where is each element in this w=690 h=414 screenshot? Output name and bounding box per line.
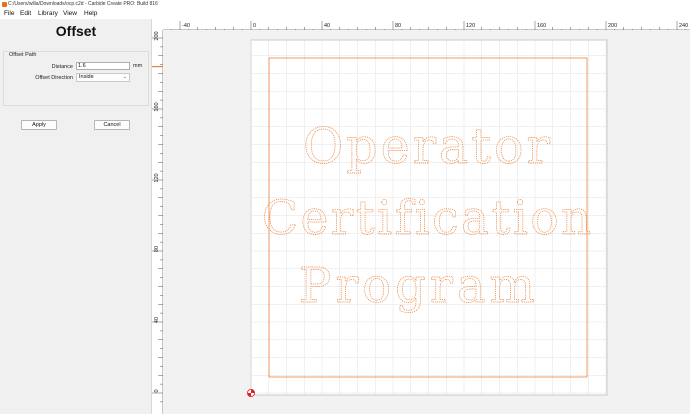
distance-label: Distance xyxy=(51,64,73,70)
menu-edit[interactable]: Edit xyxy=(20,9,31,19)
canvas-svg[interactable]: Operator Certification Program xyxy=(163,30,690,414)
ruler-label: 120 xyxy=(466,23,475,29)
ruler-label: 200 xyxy=(608,23,617,29)
ruler-label: 0 xyxy=(253,23,256,29)
chevron-down-icon: ⌄ xyxy=(122,74,127,80)
ruler-label: -40 xyxy=(182,23,190,29)
distance-unit: mm xyxy=(133,63,143,69)
ruler-corner xyxy=(152,19,163,30)
panel-title: Offset xyxy=(55,23,97,39)
design-canvas[interactable]: Operator Certification Program xyxy=(163,30,690,414)
direction-value: Inside xyxy=(79,74,94,80)
menu-view[interactable]: View xyxy=(63,9,77,19)
origin-marker xyxy=(247,388,256,397)
direction-label: Offset Direction xyxy=(35,75,73,81)
offset-panel: Offset Offset Path Distance 1.6 mm Offse… xyxy=(0,19,152,414)
text-line-certification[interactable]: Certification xyxy=(262,191,594,247)
horizontal-ruler: -40 0 40 80 120 160 200 240 xyxy=(152,19,690,32)
ruler-label: 0 xyxy=(154,389,160,392)
menu-library[interactable]: Library xyxy=(38,9,58,19)
vertical-ruler-svg: 200 160 120 80 40 0 xyxy=(152,31,163,403)
ruler-label: 200 xyxy=(154,31,160,40)
ruler-label: 120 xyxy=(154,173,160,182)
cancel-button[interactable]: Cancel xyxy=(94,120,130,130)
text-line-program[interactable]: Program xyxy=(299,258,539,315)
ruler-label: 40 xyxy=(154,317,160,323)
app-icon xyxy=(2,2,7,7)
ruler-label: 80 xyxy=(395,23,401,29)
ruler-label: 40 xyxy=(324,23,330,29)
ruler-cursor-marker xyxy=(152,66,163,68)
group-title: Offset Path xyxy=(9,52,37,58)
apply-button[interactable]: Apply xyxy=(21,120,57,130)
ruler-label: 160 xyxy=(154,102,160,111)
offset-direction-select[interactable]: Inside ⌄ xyxy=(76,73,130,82)
title-bar: C:/Users/willa/Downloads/ocp.c2d - Carbi… xyxy=(0,0,690,9)
distance-input[interactable]: 1.6 xyxy=(76,62,130,70)
menu-bar: File Edit Library View Help xyxy=(0,9,690,19)
menu-help[interactable]: Help xyxy=(84,9,97,19)
app-window: C:/Users/willa/Downloads/ocp.c2d - Carbi… xyxy=(0,0,690,414)
vertical-ruler: 200 160 120 80 40 0 xyxy=(152,30,163,414)
ruler-label: 80 xyxy=(154,246,160,252)
ruler-label: 160 xyxy=(537,23,546,29)
window-title: C:/Users/willa/Downloads/ocp.c2d - Carbi… xyxy=(8,1,158,7)
menu-file[interactable]: File xyxy=(4,9,14,19)
ruler-label: 240 xyxy=(679,23,688,29)
text-line-operator[interactable]: Operator xyxy=(303,118,553,176)
